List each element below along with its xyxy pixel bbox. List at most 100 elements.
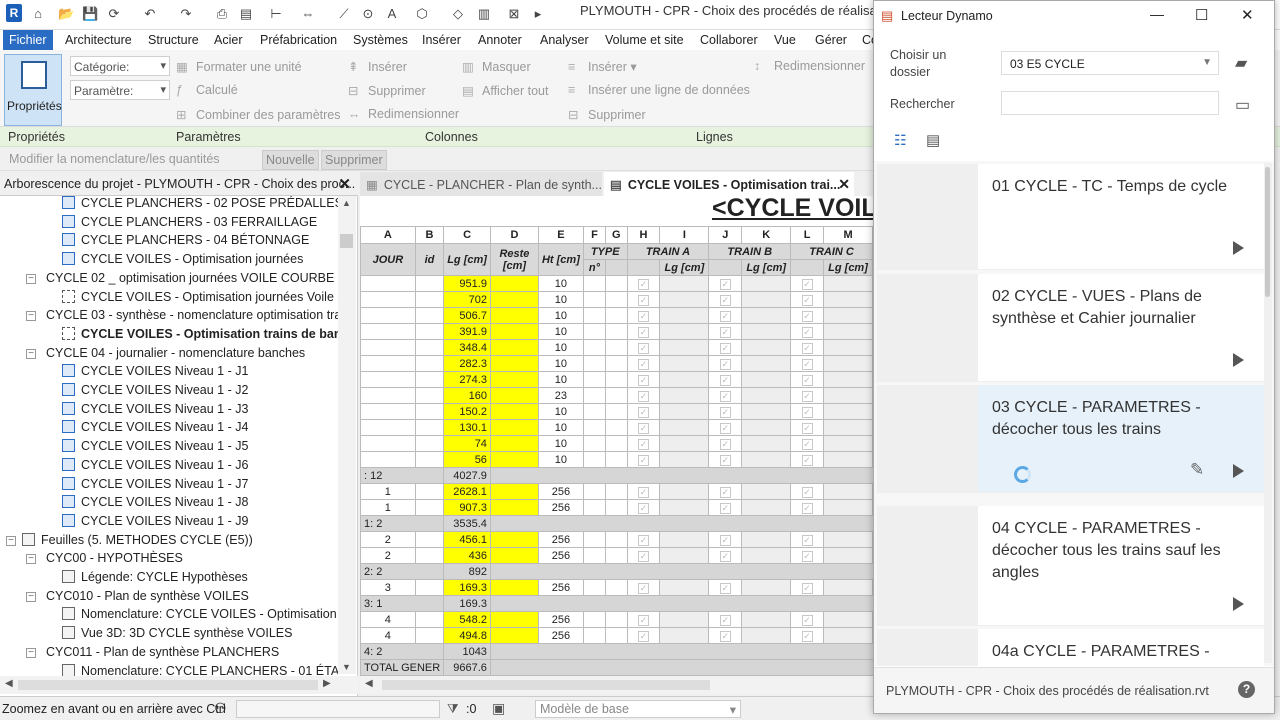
ht-cell[interactable]: 10	[537, 451, 584, 468]
lg-cell[interactable]: 456.1	[443, 531, 491, 548]
tree-item[interactable]: − CYCLE 02 _ optimisation journées VOILE …	[26, 271, 334, 285]
supprimer-ctx-button[interactable]: Supprimer	[321, 150, 387, 170]
header-lg-a[interactable]: Lg [cm]	[659, 259, 710, 276]
tree-item[interactable]: CYCLE VOILES Niveau 1 - J6	[62, 457, 248, 472]
ht-cell[interactable]: 10	[537, 403, 584, 420]
checkbox[interactable]: ✓	[801, 326, 813, 338]
cell[interactable]	[823, 643, 873, 660]
lg-cell[interactable]: 506.7	[443, 307, 491, 324]
n-cell[interactable]	[605, 547, 628, 564]
menu-architecture[interactable]: Architecture	[65, 33, 132, 47]
tree-item[interactable]: − CYCLE 03 - synthèse - nomenclature opti…	[26, 308, 338, 322]
checkbox[interactable]: ✓	[801, 502, 813, 514]
train-b-checkbox[interactable]: ✓	[708, 579, 743, 596]
cell[interactable]	[659, 659, 709, 676]
train-a-lg[interactable]	[659, 419, 710, 436]
cell[interactable]	[741, 563, 791, 580]
design-option-dropdown[interactable]: Modèle de base ▾	[535, 700, 741, 718]
train-c-lg[interactable]	[823, 451, 873, 468]
checkbox[interactable]: ✓	[638, 486, 650, 498]
train-a-lg[interactable]	[659, 355, 710, 372]
cell[interactable]	[583, 595, 606, 612]
train-c-checkbox[interactable]: ✓	[790, 547, 825, 564]
cell[interactable]	[605, 515, 628, 532]
train-a-checkbox[interactable]: ✓	[626, 403, 661, 420]
scroll-right-icon[interactable]: ▶	[323, 678, 331, 689]
header-n[interactable]: n°	[582, 259, 607, 276]
cell[interactable]	[583, 467, 606, 484]
lg-total[interactable]: 9667.6	[443, 659, 491, 676]
id-cell[interactable]	[414, 307, 445, 324]
lg-cell[interactable]: 2628.1	[443, 483, 491, 500]
tree-item[interactable]: CYCLE VOILES Niveau 1 - J3	[62, 401, 248, 416]
reste-cell[interactable]	[489, 403, 539, 420]
jour-cell[interactable]: 3	[360, 579, 416, 596]
cell[interactable]	[708, 467, 742, 484]
train-c-lg[interactable]	[823, 275, 873, 292]
reste-cell[interactable]	[489, 355, 539, 372]
lg-total[interactable]: 892	[443, 563, 491, 580]
subtotal-row[interactable]: 1: 2 3535.4	[360, 515, 873, 532]
type-cell[interactable]	[582, 531, 607, 548]
cell[interactable]	[583, 515, 606, 532]
ht-cell[interactable]: 10	[537, 291, 584, 308]
reste-cell[interactable]	[489, 611, 539, 628]
cell[interactable]	[490, 595, 539, 612]
collapse-icon[interactable]: −	[26, 273, 36, 284]
column-letter[interactable]: J	[708, 226, 743, 244]
reste-cell[interactable]	[489, 451, 539, 468]
train-c-lg[interactable]	[823, 355, 873, 372]
reste-cell[interactable]	[489, 371, 539, 388]
table-row[interactable]: 391.9 10 ✓ ✓ ✓	[360, 323, 873, 340]
group-label[interactable]: 3: 1	[360, 595, 444, 612]
train-b-checkbox[interactable]: ✓	[708, 483, 743, 500]
help-icon[interactable]: ?	[1238, 681, 1255, 698]
train-a-checkbox[interactable]: ✓	[626, 371, 661, 388]
table-row[interactable]: 74 10 ✓ ✓ ✓	[360, 435, 873, 452]
id-cell[interactable]	[414, 419, 445, 436]
sync-icon[interactable]: ⟳	[106, 7, 122, 21]
n-cell[interactable]	[605, 355, 628, 372]
type-cell[interactable]	[582, 435, 607, 452]
cell[interactable]	[741, 659, 791, 676]
checkbox[interactable]: ✓	[719, 390, 731, 402]
undo-icon[interactable]: ↶	[142, 7, 158, 21]
lg-cell[interactable]: 391.9	[443, 323, 491, 340]
train-c-checkbox[interactable]: ✓	[790, 307, 825, 324]
collapse-icon[interactable]: −	[26, 647, 36, 658]
checkbox[interactable]: ✓	[638, 550, 650, 562]
checkbox[interactable]: ✓	[801, 486, 813, 498]
train-b-checkbox[interactable]: ✓	[708, 627, 743, 644]
cell[interactable]	[627, 643, 660, 660]
play-icon[interactable]	[1233, 597, 1244, 611]
lg-cell[interactable]: 951.9	[443, 275, 491, 292]
checkbox[interactable]: ✓	[719, 582, 731, 594]
cell[interactable]	[538, 659, 584, 676]
train-c-lg[interactable]	[823, 307, 873, 324]
table-row[interactable]: 56 10 ✓ ✓ ✓	[360, 451, 873, 468]
train-a-lg[interactable]	[659, 291, 710, 308]
table-row[interactable]: 4 548.2 256 ✓ ✓ ✓	[360, 611, 873, 628]
type-cell[interactable]	[582, 483, 607, 500]
train-b-checkbox[interactable]: ✓	[708, 323, 743, 340]
train-a-checkbox[interactable]: ✓	[626, 291, 661, 308]
cell[interactable]	[823, 563, 873, 580]
checkbox[interactable]: ✓	[801, 630, 813, 642]
menu-inserer[interactable]: Insérer	[422, 33, 461, 47]
tree-item[interactable]: CYCLE PLANCHERS - 02 POSE PRÉDALLES	[62, 196, 338, 210]
measure-icon[interactable]: ⊢	[268, 7, 284, 21]
tree-item[interactable]: Vue 3D: 3D CYCLE synthèse VOILES	[62, 626, 292, 640]
header-lg-c[interactable]: Lg [cm]	[823, 259, 873, 276]
header-blank[interactable]	[708, 259, 743, 276]
ht-cell[interactable]: 10	[537, 339, 584, 356]
column-letter[interactable]: K	[741, 226, 792, 244]
cell[interactable]	[583, 643, 606, 660]
table-row[interactable]: 3 169.3 256 ✓ ✓ ✓	[360, 579, 873, 596]
train-c-checkbox[interactable]: ✓	[790, 323, 825, 340]
supprimer-col-button[interactable]: ⊟ Supprimer	[348, 83, 426, 98]
train-a-lg[interactable]	[659, 435, 710, 452]
type-cell[interactable]	[582, 451, 607, 468]
id-cell[interactable]	[414, 435, 445, 452]
train-a-checkbox[interactable]: ✓	[626, 275, 661, 292]
redo-icon[interactable]: ↷	[178, 7, 194, 21]
